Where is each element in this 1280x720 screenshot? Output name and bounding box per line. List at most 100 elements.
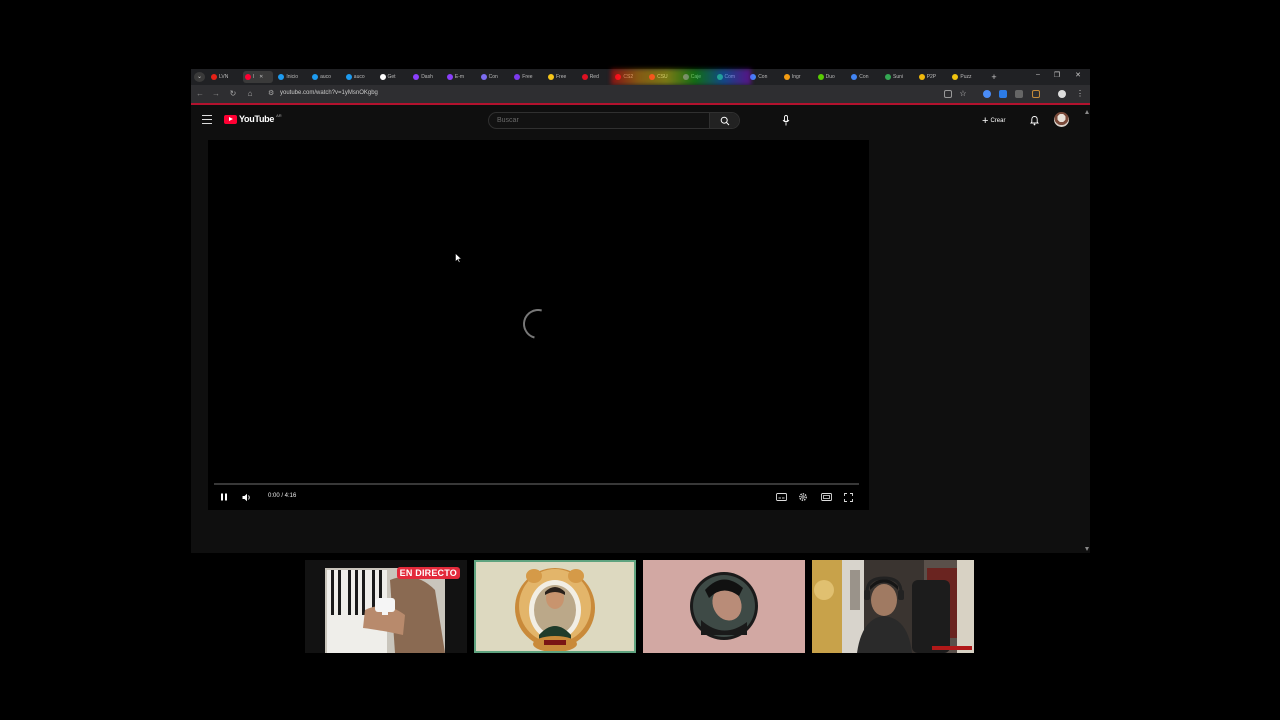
notifications-button[interactable] xyxy=(1028,113,1040,127)
tab-label: Get xyxy=(387,74,396,80)
tab-label: I xyxy=(252,74,255,80)
pause-button[interactable] xyxy=(217,491,231,503)
tab-label: Duo xyxy=(825,74,835,80)
settings-button[interactable] xyxy=(796,491,810,503)
tab-favicon-icon xyxy=(379,74,386,80)
volume-icon xyxy=(242,493,250,501)
video-player[interactable]: 0:00 / 4:16 xyxy=(208,140,869,510)
subtitles-button[interactable] xyxy=(774,491,788,503)
url-text[interactable]: youtube.com/watch?v=1yMsnOKgbg xyxy=(280,90,378,96)
plus-icon: + xyxy=(982,114,989,127)
extension-audio-icon[interactable] xyxy=(999,90,1007,98)
webcam-tile-piano[interactable]: EN DIRECTO xyxy=(305,560,467,653)
browser-tab[interactable]: CS2 xyxy=(613,71,643,83)
scroll-down-arrow-icon[interactable] xyxy=(1085,547,1089,551)
close-window-button[interactable]: ✕ xyxy=(1071,71,1085,79)
tab-label: auco xyxy=(320,74,331,80)
menu-icon[interactable] xyxy=(202,115,212,125)
tab-favicon-icon xyxy=(312,74,319,80)
voice-search-button[interactable] xyxy=(778,113,793,128)
install-app-icon[interactable] xyxy=(944,90,952,98)
browser-tab[interactable]: auco xyxy=(310,71,340,83)
tab-label: P2P xyxy=(926,74,937,80)
back-arrow-icon[interactable]: ← xyxy=(194,89,206,98)
tab-close-icon[interactable]: ✕ xyxy=(259,74,263,80)
youtube-header: YouTube AR + Crear xyxy=(191,107,1090,135)
reload-icon[interactable]: ↻ xyxy=(227,89,239,98)
forward-arrow-icon[interactable]: → xyxy=(210,89,222,98)
tab-label: Free xyxy=(522,74,533,80)
search-button[interactable] xyxy=(709,113,739,128)
browser-tab[interactable]: LVN xyxy=(209,71,239,83)
time-display: 0:00 / 4:16 xyxy=(268,493,297,499)
site-info-icon[interactable]: ⚙ xyxy=(268,89,274,97)
extension-puzzle-icon[interactable] xyxy=(1015,90,1023,98)
tab-favicon-icon xyxy=(514,74,521,80)
browser-tab[interactable]: E-m xyxy=(445,71,475,83)
home-icon[interactable]: ⌂ xyxy=(244,89,256,98)
account-avatar[interactable] xyxy=(1054,112,1069,127)
create-button[interactable]: + Crear xyxy=(982,114,1005,127)
browser-tab[interactable]: Free xyxy=(546,71,576,83)
search-input[interactable] xyxy=(489,113,710,128)
restore-button[interactable]: ❐ xyxy=(1050,71,1064,79)
tab-label: Ingr xyxy=(791,74,801,80)
create-label: Crear xyxy=(990,117,1006,124)
search-box xyxy=(488,112,740,129)
tab-favicon-icon xyxy=(682,74,689,80)
browser-tab[interactable]: Puzz xyxy=(950,71,980,83)
volume-button[interactable] xyxy=(240,491,254,503)
browser-tab[interactable]: CSU xyxy=(647,71,677,83)
profile-icon[interactable] xyxy=(1058,90,1066,98)
fullscreen-icon xyxy=(843,492,853,502)
browser-tab[interactable]: Free xyxy=(512,71,542,83)
tab-favicon-icon xyxy=(278,74,285,80)
tab-label: Dash xyxy=(421,74,433,80)
browser-tab[interactable]: I ✕ xyxy=(242,71,273,83)
fullscreen-button[interactable] xyxy=(841,491,855,503)
webcam-tile-circle-avatar[interactable] xyxy=(643,560,805,653)
minimize-button[interactable]: – xyxy=(1031,71,1045,78)
tab-label: E-m xyxy=(454,74,465,80)
browser-tab[interactable]: Duo xyxy=(816,71,846,83)
browser-tab[interactable]: auco xyxy=(344,71,374,83)
microphone-icon xyxy=(782,115,789,126)
scroll-up-arrow-icon[interactable] xyxy=(1085,110,1089,114)
search-icon xyxy=(720,116,729,125)
browser-tab[interactable]: Con xyxy=(479,71,509,83)
webcam-tile-room[interactable] xyxy=(812,560,974,653)
browser-tab[interactable]: Get xyxy=(378,71,408,83)
subtitles-icon xyxy=(775,493,787,501)
tab-favicon-icon xyxy=(649,74,656,80)
theater-mode-button[interactable] xyxy=(819,491,833,503)
bookmark-star-icon[interactable]: ☆ xyxy=(957,89,969,98)
page-scrollbar[interactable] xyxy=(1084,107,1090,553)
browser-tab[interactable]: Caje xyxy=(681,71,711,83)
new-tab-button[interactable]: + xyxy=(988,71,1000,83)
tab-favicon-icon xyxy=(750,74,757,80)
browser-tab[interactable]: Suni xyxy=(883,71,913,83)
theater-mode-icon xyxy=(820,493,832,501)
tab-favicon-icon xyxy=(244,74,251,80)
extension-box-icon[interactable] xyxy=(1032,90,1040,98)
tab-favicon-icon xyxy=(817,74,824,80)
pause-icon xyxy=(221,493,227,501)
webcam-tile-lion-frame[interactable] xyxy=(474,560,636,653)
browser-tab[interactable]: Com xyxy=(715,71,745,83)
browser-tab[interactable]: Inicio xyxy=(276,71,306,83)
browser-tab[interactable]: Dash xyxy=(411,71,441,83)
browser-menu-icon[interactable]: ⋮ xyxy=(1074,89,1086,98)
tab-label: Caje xyxy=(690,74,702,80)
extension-blue-icon[interactable] xyxy=(983,90,991,98)
progress-bar[interactable] xyxy=(214,483,859,485)
browser-tab[interactable]: Con xyxy=(748,71,778,83)
browser-tab[interactable]: Ingr xyxy=(782,71,812,83)
browser-tab[interactable]: Red xyxy=(580,71,610,83)
tab-search-dropdown-icon[interactable]: ⌄ xyxy=(194,72,205,82)
youtube-logo[interactable]: YouTube AR xyxy=(224,113,282,124)
browser-tab[interactable]: Con xyxy=(849,71,879,83)
tab-label: Com xyxy=(724,74,736,80)
tab-favicon-icon xyxy=(716,74,723,80)
browser-tab[interactable]: P2P xyxy=(917,71,947,83)
youtube-play-icon xyxy=(224,114,237,124)
